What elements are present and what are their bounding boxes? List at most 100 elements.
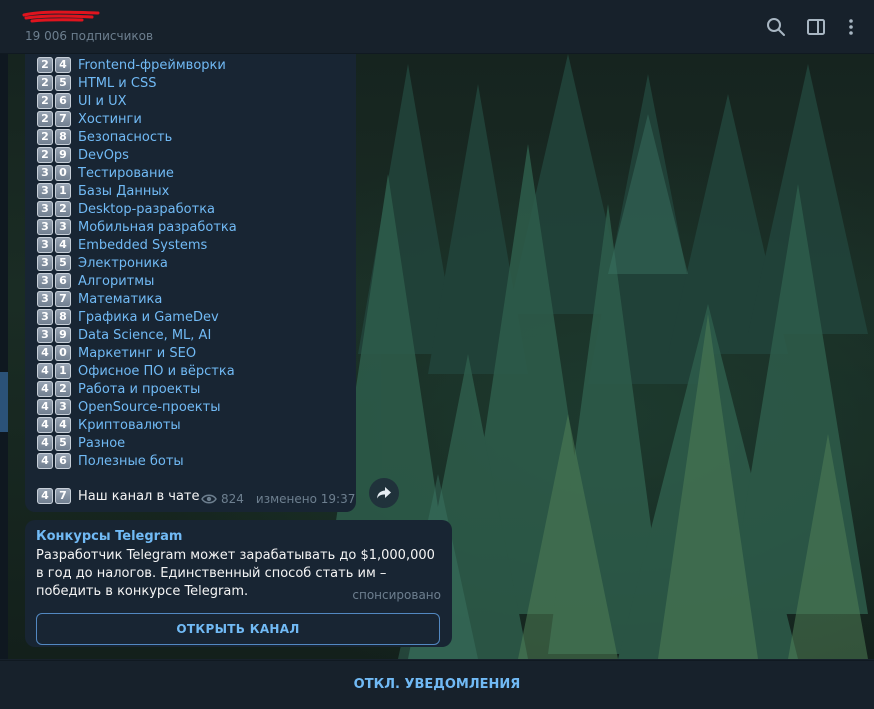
topic-link[interactable]: OpenSource-проекты [78, 400, 220, 415]
more-vertical-icon[interactable] [840, 16, 862, 38]
keycap-digit: 7 [55, 291, 71, 307]
search-icon[interactable] [765, 16, 787, 38]
bottom-bar: ОТКЛ. УВЕДОМЛЕНИЯ [0, 660, 874, 702]
topic-link[interactable]: Полезные боты [78, 454, 184, 469]
keycap-digit: 2 [37, 93, 53, 109]
keycap-digit: 4 [37, 453, 53, 469]
topic-row[interactable]: 3 4 Embedded Systems [37, 236, 237, 254]
keycap-digit: 4 [55, 57, 71, 73]
topic-link[interactable]: Desktop-разработка [78, 202, 215, 217]
topic-row[interactable]: 2 5 HTML и CSS [37, 74, 237, 92]
keycap-digit: 6 [55, 93, 71, 109]
topic-link[interactable]: Хостинги [78, 112, 142, 127]
sponsor-title[interactable]: Конкурсы Telegram [36, 529, 182, 544]
eye-icon [201, 494, 217, 504]
topic-row[interactable]: 2 6 UI и UX [37, 92, 237, 110]
topic-row[interactable]: 4 4 Криптовалюты [37, 416, 237, 434]
topic-row[interactable]: 2 9 DevOps [37, 146, 237, 164]
keycap-digit: 4 [37, 345, 53, 361]
topic-link[interactable]: Офисное ПО и вёрстка [78, 364, 235, 379]
topic-row[interactable]: 4 2 Работа и проекты [37, 380, 237, 398]
keycap-digit: 4 [37, 488, 53, 504]
keycap-digit: 8 [55, 129, 71, 145]
keycap-digit: 2 [37, 129, 53, 145]
keycap-digit: 2 [37, 111, 53, 127]
topic-row[interactable]: 3 5 Электроника [37, 254, 237, 272]
topic-row[interactable]: 3 3 Мобильная разработка [37, 218, 237, 236]
message-meta: 824 изменено 19:37 [201, 492, 355, 506]
topic-link[interactable]: Базы Данных [78, 184, 169, 199]
topic-link[interactable]: Работа и проекты [78, 382, 200, 397]
keycap-digit: 4 [37, 381, 53, 397]
mute-notifications-button[interactable]: ОТКЛ. УВЕДОМЛЕНИЯ [0, 661, 874, 702]
topic-link[interactable]: Тестирование [78, 166, 174, 181]
forward-button[interactable] [369, 478, 399, 508]
keycap-digit: 3 [37, 237, 53, 253]
topic-row[interactable]: 4 1 Офисное ПО и вёрстка [37, 362, 237, 380]
topic-row[interactable]: 3 9 Data Science, ML, AI [37, 326, 237, 344]
open-channel-button[interactable]: ОТКРЫТЬ КАНАЛ [36, 613, 440, 645]
topic-row[interactable]: 3 8 Графика и GameDev [37, 308, 237, 326]
keycap-digit: 4 [37, 399, 53, 415]
sidebar-toggle-icon[interactable] [805, 16, 827, 38]
topic-row[interactable]: 3 6 Алгоритмы [37, 272, 237, 290]
keycap-digit: 9 [55, 327, 71, 343]
keycap-digit: 8 [55, 309, 71, 325]
redacted-channel-title [22, 10, 100, 23]
topic-link[interactable]: DevOps [78, 148, 129, 163]
keycap-digit: 5 [55, 75, 71, 91]
keycap-digit: 2 [37, 147, 53, 163]
topic-row[interactable]: 2 7 Хостинги [37, 110, 237, 128]
topic-row[interactable]: 2 8 Безопасность [37, 128, 237, 146]
keycap-digit: 2 [37, 75, 53, 91]
subscriber-count: 19 006 подписчиков [25, 29, 154, 43]
keycap-digit: 4 [55, 417, 71, 433]
chat-link-row[interactable]: 4 7 Наш канал в чате [37, 487, 200, 505]
chat-header: 19 006 подписчиков [0, 0, 874, 54]
topic-link[interactable]: Frontend-фреймворки [78, 58, 226, 73]
topic-row[interactable]: 3 7 Математика [37, 290, 237, 308]
keycap-digit: 2 [37, 57, 53, 73]
edited-timestamp: изменено 19:37 [255, 492, 356, 506]
keycap-digit: 2 [55, 381, 71, 397]
keycap-digit: 3 [37, 165, 53, 181]
keycap-digit: 3 [55, 399, 71, 415]
topic-link[interactable]: Криптовалюты [78, 418, 181, 433]
keycap-digit: 3 [37, 219, 53, 235]
topic-link[interactable]: Embedded Systems [78, 238, 207, 253]
topic-link[interactable]: HTML и CSS [78, 76, 156, 91]
keycap-digit: 7 [55, 111, 71, 127]
keycap-digit: 3 [37, 201, 53, 217]
topic-link[interactable]: UI и UX [78, 94, 126, 109]
topic-link[interactable]: Разное [78, 436, 125, 451]
topic-link[interactable]: Электроника [78, 256, 168, 271]
topic-row[interactable]: 4 0 Маркетинг и SEO [37, 344, 237, 362]
keycap-digit: 3 [37, 309, 53, 325]
sponsored-label: спонсировано [352, 588, 441, 602]
topic-list: 2 4 Frontend-фреймворки 2 5 HTML и CSS 2 6 UI и … [37, 56, 237, 470]
topic-row[interactable]: 4 5 Разное [37, 434, 237, 452]
topic-link[interactable]: Мобильная разработка [78, 220, 237, 235]
topic-row[interactable]: 3 0 Тестирование [37, 164, 237, 182]
topic-link[interactable]: Математика [78, 292, 162, 307]
channel-message-bubble: 2 4 Frontend-фреймворки 2 5 HTML и CSS 2 6 UI и … [25, 54, 356, 512]
topic-link[interactable]: Графика и GameDev [78, 310, 219, 325]
keycap-digit: 5 [55, 255, 71, 271]
topic-row[interactable]: 4 6 Полезные боты [37, 452, 237, 470]
keycap-digit: 1 [55, 183, 71, 199]
topic-link[interactable]: Алгоритмы [78, 274, 154, 289]
keycap-digit: 0 [55, 345, 71, 361]
keycap-digit: 2 [55, 201, 71, 217]
keycap-digit: 4 [37, 417, 53, 433]
keycap-digit: 9 [55, 147, 71, 163]
topic-link[interactable]: Data Science, ML, AI [78, 328, 211, 343]
topic-link[interactable]: Безопасность [78, 130, 172, 145]
topic-row[interactable]: 2 4 Frontend-фреймворки [37, 56, 237, 74]
topic-row[interactable]: 4 3 OpenSource-проекты [37, 398, 237, 416]
topic-row[interactable]: 3 1 Базы Данных [37, 182, 237, 200]
keycap-digit: 3 [55, 219, 71, 235]
topic-link[interactable]: Маркетинг и SEO [78, 346, 196, 361]
keycap-digit: 1 [55, 363, 71, 379]
topic-row[interactable]: 3 2 Desktop-разработка [37, 200, 237, 218]
keycap-digit: 6 [55, 453, 71, 469]
